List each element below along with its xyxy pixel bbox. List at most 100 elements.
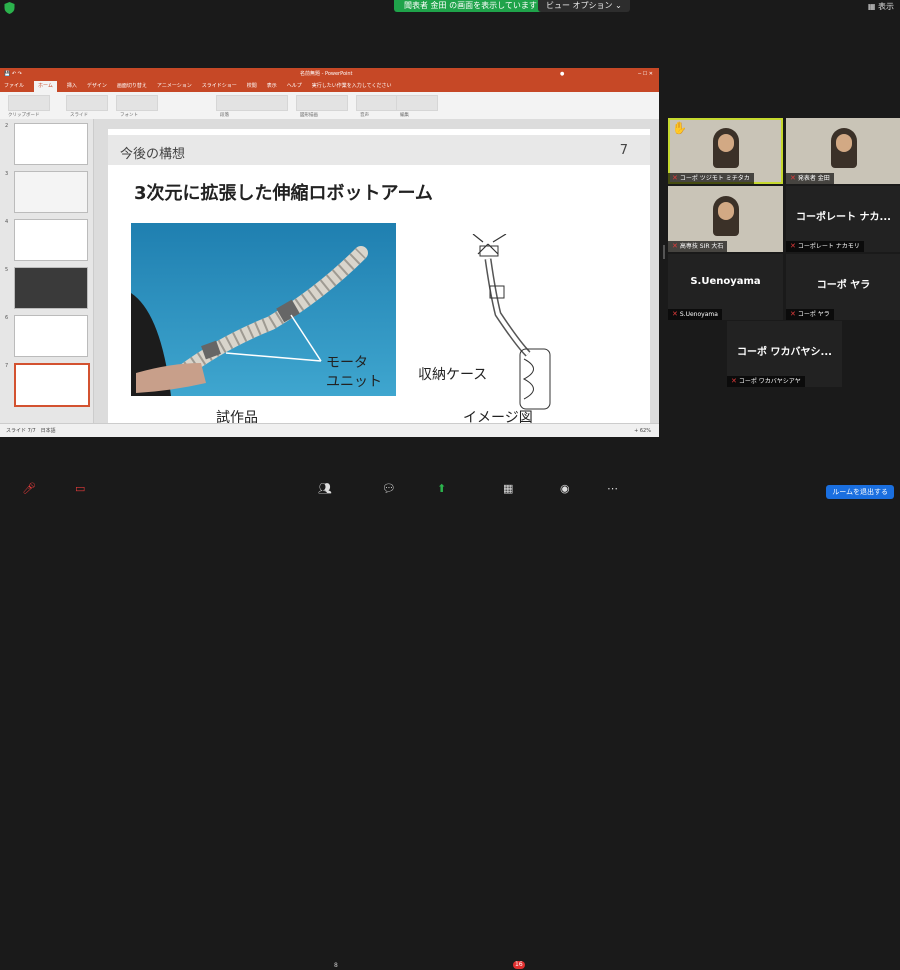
ppt-tab[interactable]: ホーム [34, 81, 57, 92]
participant-name: コーポレート ナカモリ [797, 243, 860, 250]
participant-name: S.Uenoyama [679, 311, 718, 318]
participant-name-label: ✕ コーポレート ナカモリ [786, 241, 864, 252]
slide-thumbnail[interactable] [14, 123, 88, 165]
slide-header: 今後の構想 7 [108, 135, 650, 165]
participant-tile[interactable]: S.Uenoyama ✕ S.Uenoyama [668, 254, 783, 320]
participant-tile[interactable]: ✋ ✕ コーポ ツジモト ミチタカ [668, 118, 783, 184]
slide-main-title: 3次元に拡張した伸縮ロボットアーム [134, 183, 433, 204]
top-bar: 聞表者 金田 の画面を表示しています ビュー オプション ⌄ ▦ 表示 [0, 0, 900, 16]
participant-name-label: ✕ 高専技 SIR 大石 [668, 241, 728, 252]
participant-display-name: コーポ ヤラ [816, 280, 871, 291]
slide-thumbnail[interactable] [14, 219, 88, 261]
ribbon-group-label: スライド [70, 113, 88, 118]
ribbon-group-controls[interactable] [396, 95, 438, 111]
slide-header-title: 今後の構想 [120, 147, 186, 162]
more-icon[interactable]: ⋯ [607, 482, 618, 495]
raised-hand-icon: ✋ [672, 121, 687, 135]
motor-unit-label: モータ ユニット [326, 354, 382, 392]
participant-tile[interactable]: コーポ ワカバヤシ... ✕ コーポ ワカバヤシアヤ [727, 321, 842, 387]
slide-thumbnail[interactable] [14, 267, 88, 309]
ribbon-group-label: 図形描画 [300, 113, 318, 118]
leave-room-button[interactable]: ルームを退出する [826, 485, 894, 499]
share-screen-icon[interactable]: ⬆ [437, 482, 446, 495]
participant-video [713, 196, 739, 236]
participants-icon[interactable]: 👥︎ [318, 482, 332, 495]
ppt-filename: 名前無題 - PowerPoint [300, 71, 353, 77]
participant-display-name: コーポレート ナカ... [796, 212, 891, 223]
mic-muted-icon: ✕ [672, 310, 678, 318]
ribbon-group-controls[interactable] [216, 95, 288, 111]
slide-editor: 今後の構想 7 3次元に拡張した伸縮ロボットアーム モータ ユニット 収納ケース… [94, 119, 659, 423]
user-avatar-icon[interactable]: ● [560, 68, 564, 81]
participant-name-label: ✕ S.Uenoyama [668, 309, 722, 320]
participant-video [713, 128, 739, 168]
slide-thumbnail[interactable] [14, 363, 90, 407]
mute-mic-icon[interactable]: 🎤︎ [22, 482, 36, 495]
ppt-tab[interactable]: 実行したい作業を入力してください [312, 81, 392, 92]
participant-name-label: ✕ コーポ ヤラ [786, 309, 834, 320]
meeting-toolbar: 🎤︎ ▭ 👥︎ 8 💬︎ ⬆ ▦ 16 ◉ ⋯ [0, 480, 900, 969]
thumbnail-number: 6 [5, 315, 9, 321]
window-controls[interactable]: ─ ☐ ✕ [638, 68, 653, 81]
security-shield-icon[interactable] [4, 2, 15, 14]
ribbon-group-controls[interactable] [8, 95, 50, 111]
mic-muted-icon: ✕ [731, 377, 737, 385]
participant-display-name: S.Uenoyama [690, 276, 761, 287]
ribbon-group-label: 段落 [220, 113, 229, 118]
ribbon-group-controls[interactable] [66, 95, 108, 111]
motor-label-line2: ユニット [326, 374, 382, 390]
participant-name: 発表者 金田 [797, 175, 830, 182]
caption-prototype: 試作品 [216, 410, 258, 423]
participant-tile[interactable]: コーポレート ナカ... ✕ コーポレート ナカモリ [786, 186, 900, 252]
stop-video-icon[interactable]: ▭ [75, 482, 85, 495]
participant-display-name: コーポ ワカバヤシ... [737, 347, 832, 358]
ppt-tab[interactable]: 挿入 [67, 81, 77, 92]
chat-icon[interactable]: 💬︎ [382, 482, 396, 495]
quick-access-toolbar[interactable]: 💾 ↶ ↷ [4, 68, 22, 81]
ppt-status-bar: スライド 7/7 日本語 + 62% [0, 423, 659, 437]
record-icon[interactable]: ◉ [560, 482, 570, 495]
ppt-title-bar: 💾 ↶ ↷ 名前無題 - PowerPoint ● ─ ☐ ✕ [0, 68, 659, 81]
ribbon-group-controls[interactable] [296, 95, 348, 111]
ribbon-group-label: 音声 [360, 113, 369, 118]
thumbnail-number: 3 [5, 171, 9, 177]
participant-name-label: ✕ 発表者 金田 [786, 173, 834, 184]
participant-tile[interactable]: ✕ 高専技 SIR 大石 [668, 186, 783, 252]
ppt-tab[interactable]: デザイン [87, 81, 107, 92]
participant-tile[interactable]: コーポ ヤラ ✕ コーポ ヤラ [786, 254, 900, 320]
ribbon-group-label: フォント [120, 113, 138, 118]
reactions-icon[interactable]: ▦ [503, 482, 513, 495]
mic-muted-icon: ✕ [790, 310, 796, 318]
zoom-control[interactable]: + 62% [634, 424, 651, 437]
mic-muted-icon: ✕ [672, 242, 678, 250]
participant-tile[interactable]: ✕ 発表者 金田 [786, 118, 900, 184]
gallery-resize-handle[interactable] [663, 245, 665, 259]
slide-thumbnail[interactable] [14, 315, 88, 357]
ppt-tab[interactable]: 表示 [267, 81, 277, 92]
caption-image-diagram: イメージ図 [463, 410, 533, 423]
shared-screen: 💾 ↶ ↷ 名前無題 - PowerPoint ● ─ ☐ ✕ ファイル ホーム挿… [0, 68, 659, 437]
slide-thumbnail[interactable] [14, 171, 88, 213]
thumbnail-number: 2 [5, 123, 9, 129]
ribbon-group-controls[interactable] [116, 95, 158, 111]
ribbon-group-label: クリップボード [8, 113, 40, 118]
current-slide[interactable]: 今後の構想 7 3次元に拡張した伸縮ロボットアーム モータ ユニット 収納ケース… [108, 129, 650, 423]
ppt-ribbon: クリップボード スライド フォント 段落 図形描画 音声 編集 [0, 92, 659, 120]
slide-page-number: 7 [619, 143, 628, 158]
ppt-tab[interactable]: ヘルプ [287, 81, 302, 92]
ribbon-group-controls[interactable] [356, 95, 398, 111]
ppt-tab[interactable]: ファイル [4, 81, 24, 92]
ppt-tab[interactable]: 画面切り替え [117, 81, 147, 92]
ppt-tab[interactable]: スライドショー [202, 81, 237, 92]
participant-video [831, 128, 857, 168]
screen-share-banner: 聞表者 金田 の画面を表示しています [394, 0, 547, 12]
view-options-button[interactable]: ビュー オプション ⌄ [538, 0, 630, 12]
display-layout-button[interactable]: ▦ 表示 [868, 1, 894, 12]
notification-badge: 16 [513, 961, 525, 969]
ppt-tab[interactable]: 校閲 [247, 81, 257, 92]
thumbnail-number: 5 [5, 267, 9, 273]
participant-name-label: ✕ コーポ ワカバヤシアヤ [727, 376, 805, 387]
ppt-ribbon-tabs: ファイル ホーム 挿入 デザイン 画面切り替え アニメーション スライドショー 校閲 表示 ヘルプ… [0, 81, 659, 92]
mic-muted-icon: ✕ [790, 174, 796, 182]
ppt-tab[interactable]: アニメーション [157, 81, 192, 92]
